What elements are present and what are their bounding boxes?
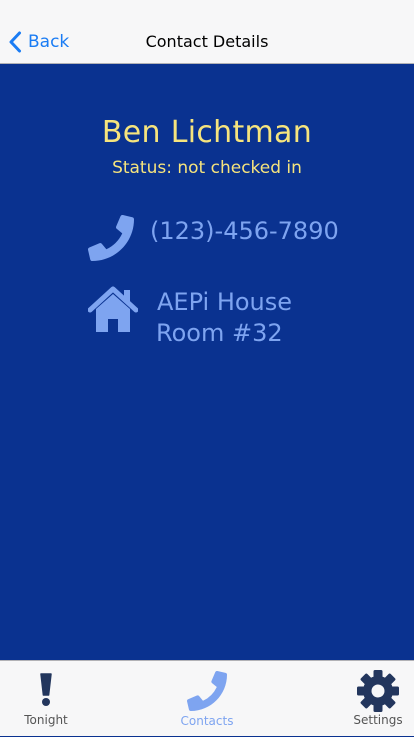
navigation-bar: Back Contact Details: [0, 0, 414, 64]
exclamation-icon: [40, 673, 52, 706]
tab-label-settings: Settings: [353, 713, 403, 727]
page-title: Contact Details: [145, 32, 269, 51]
tab-label-contacts: Contacts: [180, 714, 234, 728]
contact-name: Ben Lichtman: [101, 115, 313, 150]
phone-icon: [187, 671, 227, 711]
address-line-1: AEPi House: [157, 288, 293, 316]
contact-details-panel: Ben Lichtman Status: not checked in (123…: [0, 64, 414, 660]
contact-status: Status: not checked in: [112, 158, 302, 178]
tab-label-tonight: Tonight: [24, 713, 68, 727]
tab-settings[interactable]: Settings: [328, 661, 414, 737]
phone-row[interactable]: (123)-456-7890: [88, 212, 348, 261]
tab-contacts[interactable]: Contacts: [157, 661, 257, 737]
tab-tonight[interactable]: Tonight: [0, 661, 96, 737]
home-icon: [88, 286, 138, 332]
address-line-2: Room #32: [156, 319, 283, 347]
tab-bar: Tonight Contacts Settings: [0, 660, 414, 736]
phone-number[interactable]: (123)-456-7890: [150, 217, 339, 245]
address-row[interactable]: AEPi House Room #32: [88, 286, 348, 354]
phone-icon: [88, 215, 134, 261]
gear-icon: [357, 670, 399, 712]
